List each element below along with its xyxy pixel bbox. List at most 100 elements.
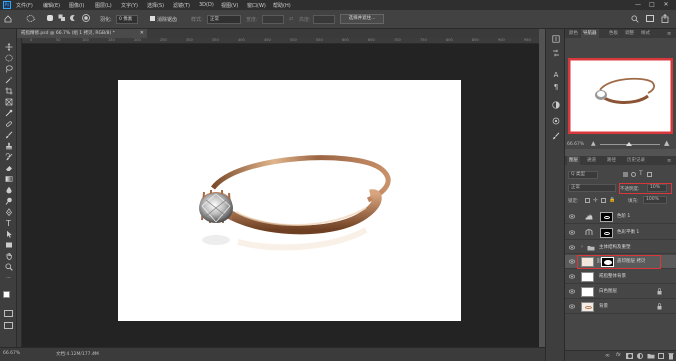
delete-layer-icon[interactable] (668, 352, 674, 361)
tab-paths[interactable]: 路径 (605, 156, 618, 165)
layers-panel-menu-icon[interactable]: ≡ (667, 158, 671, 164)
layer-thumbnail[interactable] (581, 302, 594, 312)
navigator-preview[interactable] (568, 58, 673, 134)
width-input[interactable] (262, 15, 284, 24)
zoom-tool-icon[interactable] (3, 263, 14, 271)
maximize-button[interactable]: □ (648, 1, 656, 9)
quick-mask-icon[interactable] (4, 310, 13, 317)
expand-group-icon[interactable]: › (581, 244, 583, 250)
layer-name[interactable]: 主体结构及重塑 (599, 244, 631, 250)
tab-navigator[interactable]: 导航器 (581, 29, 599, 38)
crop-tool-icon[interactable] (3, 87, 14, 95)
add-mask-icon[interactable] (626, 353, 633, 359)
zoom-out-icon[interactable]: ▲ (591, 140, 596, 147)
layer-filter-select[interactable]: Q 类型 (568, 171, 598, 179)
zoom-in-icon[interactable]: ▲ (664, 139, 669, 147)
tab-styles[interactable]: 样式 (639, 29, 652, 38)
tab-adjustments[interactable]: 调整 (623, 29, 636, 38)
history-panel-icon[interactable] (552, 35, 560, 43)
subtract-selection-icon[interactable] (70, 14, 78, 22)
tab-history[interactable]: 历史记录 (625, 156, 647, 165)
swap-icon[interactable]: ⇄ (289, 16, 293, 22)
blend-mode-select[interactable]: 正常 (568, 184, 616, 192)
visibility-eye-icon[interactable] (568, 245, 576, 250)
link-layers-icon[interactable]: ∞ (605, 352, 610, 359)
lock-pixels-icon[interactable] (585, 198, 590, 203)
tab-color[interactable]: 颜色 (567, 29, 580, 38)
pen-tool-icon[interactable] (3, 208, 14, 216)
visibility-eye-icon[interactable] (568, 274, 576, 279)
healing-brush-tool-icon[interactable] (3, 120, 14, 128)
navigator-zoom-slider-thumb[interactable] (626, 142, 632, 146)
search-icon[interactable] (631, 15, 639, 25)
layer-name[interactable]: 色彩平衡 1 (617, 229, 639, 235)
layer-thumbnail[interactable] (581, 287, 594, 297)
visibility-eye-icon[interactable] (568, 259, 576, 264)
move-tool-icon[interactable] (3, 43, 14, 51)
panel-menu-icon[interactable]: ≡ (667, 31, 671, 37)
brush-tool-icon[interactable] (3, 131, 14, 139)
lock-position-icon[interactable]: ✛ (593, 197, 598, 204)
layer-row[interactable]: › 主体结构及重塑 (565, 242, 676, 254)
path-selection-tool-icon[interactable] (3, 230, 14, 238)
ellipse-marquee-icon[interactable] (26, 14, 36, 23)
foreground-color-swatch[interactable] (3, 291, 10, 298)
menu-file[interactable]: 文件(F) (16, 2, 33, 9)
close-tab-icon[interactable]: ✕ (140, 29, 144, 38)
visibility-eye-icon[interactable] (568, 289, 576, 294)
blur-tool-icon[interactable] (3, 186, 14, 194)
layer-name[interactable]: 色阶 1 (617, 213, 630, 219)
layer-row[interactable]: 戒指整体背景 (565, 270, 676, 284)
filter-pixel-icon[interactable] (623, 172, 628, 177)
menu-view[interactable]: 视图(V) (221, 2, 238, 9)
menu-window[interactable]: 窗口(W) (247, 2, 266, 9)
lock-all-icon[interactable]: 🔒 (609, 197, 615, 203)
layer-name[interactable]: 戒指整体背景 (599, 273, 626, 279)
document-canvas[interactable] (118, 80, 461, 321)
minimize-button[interactable]: — (634, 1, 642, 9)
adjustments-panel-icon[interactable] (552, 101, 560, 109)
marquee-tool-icon[interactable] (3, 54, 14, 62)
navigator-zoom-value[interactable]: 66.67% (567, 142, 584, 147)
new-group-icon[interactable] (647, 353, 655, 361)
home-icon[interactable] (4, 15, 12, 23)
layer-row[interactable]: 色彩平衡 1 (565, 226, 676, 240)
dodge-tool-icon[interactable] (3, 197, 14, 205)
visibility-eye-icon[interactable] (568, 214, 576, 219)
layer-row[interactable]: 白色图层 (565, 285, 676, 299)
antialias-checkbox[interactable] (150, 16, 155, 21)
style-select[interactable]: 正常 (207, 15, 241, 24)
layer-thumbnail[interactable] (581, 272, 594, 282)
layer-row[interactable]: 色阶 1 (565, 210, 676, 224)
gradient-tool-icon[interactable] (3, 175, 14, 183)
menu-edit[interactable]: 编辑(E) (43, 2, 60, 9)
close-button[interactable]: ✕ (662, 1, 670, 9)
workspace-icon[interactable] (646, 15, 654, 22)
new-selection-icon[interactable] (47, 15, 53, 21)
rectangle-tool-icon[interactable] (3, 241, 14, 249)
lock-artboard-icon[interactable] (601, 198, 606, 203)
tab-channels[interactable]: 通道 (585, 156, 598, 165)
status-zoom[interactable]: 66.67% (3, 351, 20, 356)
visibility-eye-icon[interactable] (568, 230, 576, 235)
history-brush-tool-icon[interactable] (3, 153, 14, 161)
paragraph-panel-icon[interactable]: ¶ (552, 83, 560, 91)
visibility-eye-icon[interactable] (568, 304, 576, 309)
add-selection-icon[interactable] (58, 14, 66, 22)
brushes-panel-icon[interactable] (552, 132, 560, 140)
layer-row[interactable]: 背景 (565, 300, 676, 314)
tab-swatches[interactable]: 色板 (607, 29, 620, 38)
menu-filter[interactable]: 滤镜(T) (173, 2, 190, 9)
new-layer-icon[interactable] (658, 353, 664, 359)
magic-wand-tool-icon[interactable] (3, 76, 14, 84)
height-input[interactable] (313, 15, 335, 24)
menu-help[interactable]: 帮助(H) (273, 2, 291, 9)
menu-3d[interactable]: 3D(D) (199, 2, 214, 8)
lasso-tool-icon[interactable] (3, 65, 14, 73)
tab-layers[interactable]: 图层 (567, 156, 580, 165)
feather-input[interactable]: 0 像素 (116, 15, 138, 24)
layer-mask-thumbnail[interactable] (600, 228, 613, 238)
clone-stamp-tool-icon[interactable] (3, 142, 14, 150)
menu-type[interactable]: 文字(Y) (121, 2, 138, 9)
layer-mask-thumbnail[interactable] (600, 212, 613, 222)
